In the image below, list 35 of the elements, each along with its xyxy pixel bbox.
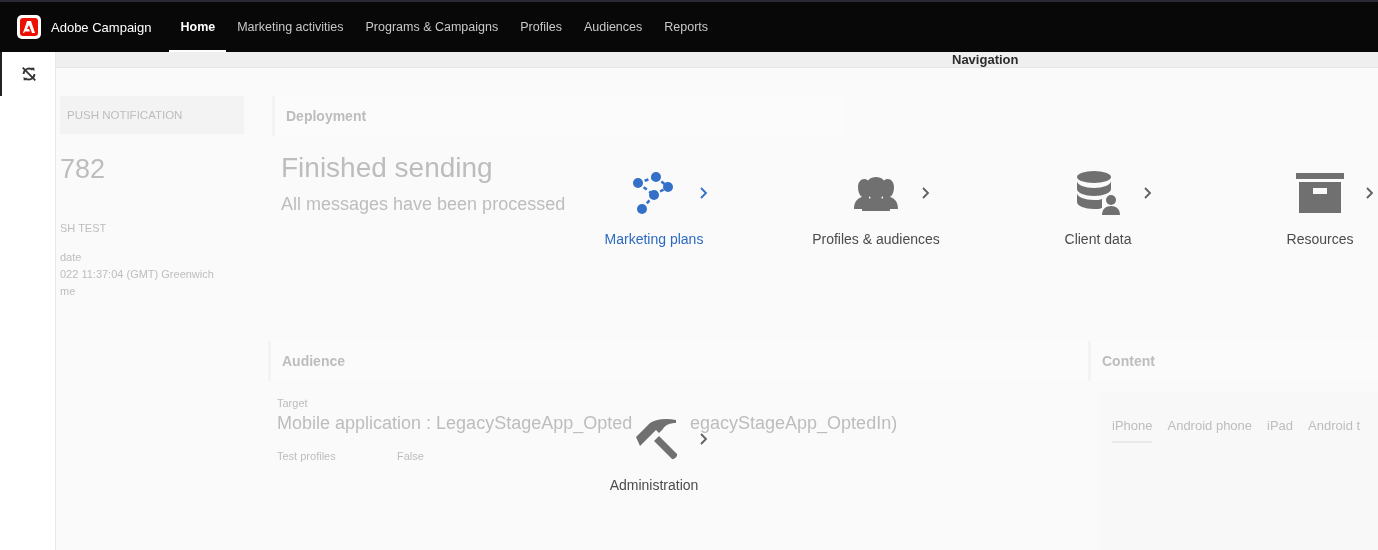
logo-icon	[17, 15, 41, 39]
navigation-item[interactable]: Profiles & audiences	[812, 231, 940, 247]
chevron-icon	[698, 186, 708, 200]
date-value: 022 11:37:04 (GMT) Greenwich	[60, 268, 215, 280]
chevron-icon	[1364, 186, 1374, 200]
chevron-icon	[698, 432, 708, 446]
delivery-count: 782	[60, 154, 107, 185]
nav-tab[interactable]: Reports	[653, 2, 720, 52]
section-title: Content	[1102, 353, 1155, 369]
chevron-icon	[920, 186, 930, 200]
navigation-item[interactable]: Client data	[1064, 231, 1132, 247]
database-user-icon	[1074, 169, 1122, 217]
panel-title: Navigation	[952, 52, 1019, 67]
target-value: egacyStageApp_OptedIn)	[690, 413, 898, 434]
nav-tab[interactable]: Programs & Campaigns	[354, 2, 510, 52]
deployment-status: Finished sending	[280, 152, 494, 184]
nav-tab[interactable]: Audiences	[572, 2, 654, 52]
chevron-icon	[1142, 186, 1152, 200]
deployment-detail: All messages have been processed	[280, 194, 567, 215]
navigation-item[interactable]: Resources	[1286, 231, 1354, 247]
test-profiles-value: False	[397, 450, 424, 462]
date-label: date	[60, 251, 83, 263]
nav-tab[interactable]: Profiles	[509, 2, 573, 52]
date-value: me	[60, 285, 77, 297]
delivery-name: SH TEST	[60, 222, 108, 234]
section-title: Audience	[282, 353, 345, 369]
section-title: Deployment	[286, 108, 367, 124]
target-value: Mobile application : LegacyStageApp_Opted	[277, 413, 632, 434]
sync-off-icon	[19, 65, 38, 83]
test-profiles-label: Test profiles	[277, 450, 337, 462]
target-label: Target	[276, 397, 309, 409]
navigation-item[interactable]: Marketing plans	[604, 231, 704, 247]
navigation-item[interactable]: Administration	[609, 477, 699, 493]
app-name: Adobe Campaign	[51, 19, 152, 35]
nav-tab[interactable]: Marketing activities	[226, 2, 355, 52]
